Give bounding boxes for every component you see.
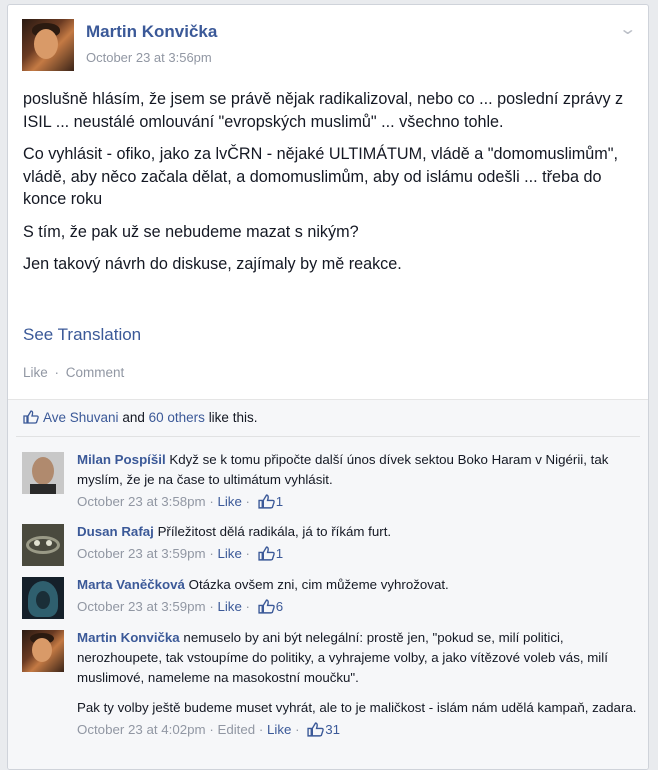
comment-like-link[interactable]: Like — [217, 494, 241, 509]
post-paragraph: poslušně hlásím, že jsem se právě nějak … — [23, 90, 624, 131]
like-link[interactable]: Like — [23, 365, 48, 380]
comment-like-link[interactable]: Like — [217, 599, 241, 614]
commenter-avatar[interactable] — [22, 630, 64, 672]
comment-meta: October 23 at 3:58pm · Like · 1 — [77, 494, 284, 509]
comment-timestamp[interactable]: October 23 at 4:02pm — [77, 722, 206, 737]
liker-name[interactable]: Ave Shuvani — [43, 410, 119, 425]
comment-text: Otázka ovšem zni, cim můžeme vyhrožovat. — [188, 577, 449, 592]
comment-like-count[interactable]: 1 — [276, 494, 283, 509]
post-paragraph: Jen takový návrh do diskuse, zajímaly by… — [23, 255, 402, 273]
chevron-down-icon[interactable]: ⌄ — [618, 19, 637, 39]
thumbs-up-icon — [23, 410, 39, 424]
comment-timestamp[interactable]: October 23 at 3:58pm — [77, 494, 206, 509]
likes-summary: Ave Shuvani and 60 others like this. — [23, 410, 257, 425]
comment-like-count[interactable]: 1 — [276, 546, 283, 561]
commenter-name[interactable]: Dusan Rafaj — [77, 524, 154, 539]
post-paragraph: Co vyhlásit - ofiko, jako za lvČRN - něj… — [23, 145, 619, 208]
comment-like-link[interactable]: Like — [217, 546, 241, 561]
author-name[interactable]: Martin Konvička — [86, 22, 217, 42]
post-timestamp[interactable]: October 23 at 3:56pm — [86, 50, 212, 65]
comment-timestamp[interactable]: October 23 at 3:59pm — [77, 599, 206, 614]
post-card: Martin Konvička October 23 at 3:56pm ⌄ p… — [7, 4, 649, 770]
comment-timestamp[interactable]: October 23 at 3:59pm — [77, 546, 206, 561]
thumbs-up-icon — [258, 546, 275, 561]
commenter-avatar[interactable] — [22, 452, 64, 494]
separator: · — [54, 365, 60, 380]
ufi-section: Ave Shuvani and 60 others like this. Mil… — [8, 399, 648, 769]
post-header: Martin Konvička October 23 at 3:56pm ⌄ — [22, 19, 638, 73]
thumbs-up-icon — [307, 722, 324, 737]
comment-link[interactable]: Comment — [66, 365, 125, 380]
commenter-name[interactable]: Marta Vaněčková — [77, 577, 185, 592]
post-text: poslušně hlásím, že jsem se právě nějak … — [23, 88, 633, 286]
thumbs-up-icon — [258, 494, 275, 509]
likes-others-link[interactable]: 60 others — [149, 410, 205, 425]
commenter-avatar[interactable] — [22, 577, 64, 619]
comment-edited[interactable]: Edited — [217, 722, 255, 737]
author-avatar[interactable] — [22, 19, 74, 71]
commenter-name[interactable]: Milan Pospíšil — [77, 452, 166, 467]
thumbs-up-icon — [258, 599, 275, 614]
see-translation-link[interactable]: See Translation — [23, 325, 141, 345]
post-actions: Like · Comment — [23, 365, 124, 380]
commenter-avatar[interactable] — [22, 524, 64, 566]
comment-meta: October 23 at 3:59pm · Like · 1 — [77, 546, 284, 561]
likes-and: and — [122, 410, 145, 425]
post-paragraph: S tím, že pak už se nebudeme mazat s nik… — [23, 222, 359, 241]
commenter-name[interactable]: Martin Konvička — [77, 630, 180, 645]
comment-like-count[interactable]: 31 — [325, 722, 340, 737]
comment-meta: October 23 at 4:02pm · Edited · Like · 3… — [77, 722, 341, 737]
comment-like-link[interactable]: Like — [267, 722, 291, 737]
comment-text: Příležitost dělá radikála, já to říkám f… — [157, 524, 392, 539]
divider — [16, 436, 640, 437]
comment-like-count[interactable]: 6 — [276, 599, 283, 614]
comment-meta: October 23 at 3:59pm · Like · 6 — [77, 599, 284, 614]
likes-suffix: like this. — [208, 410, 258, 425]
comment-text: Pak ty volby ještě budeme muset vyhrát, … — [77, 700, 637, 715]
